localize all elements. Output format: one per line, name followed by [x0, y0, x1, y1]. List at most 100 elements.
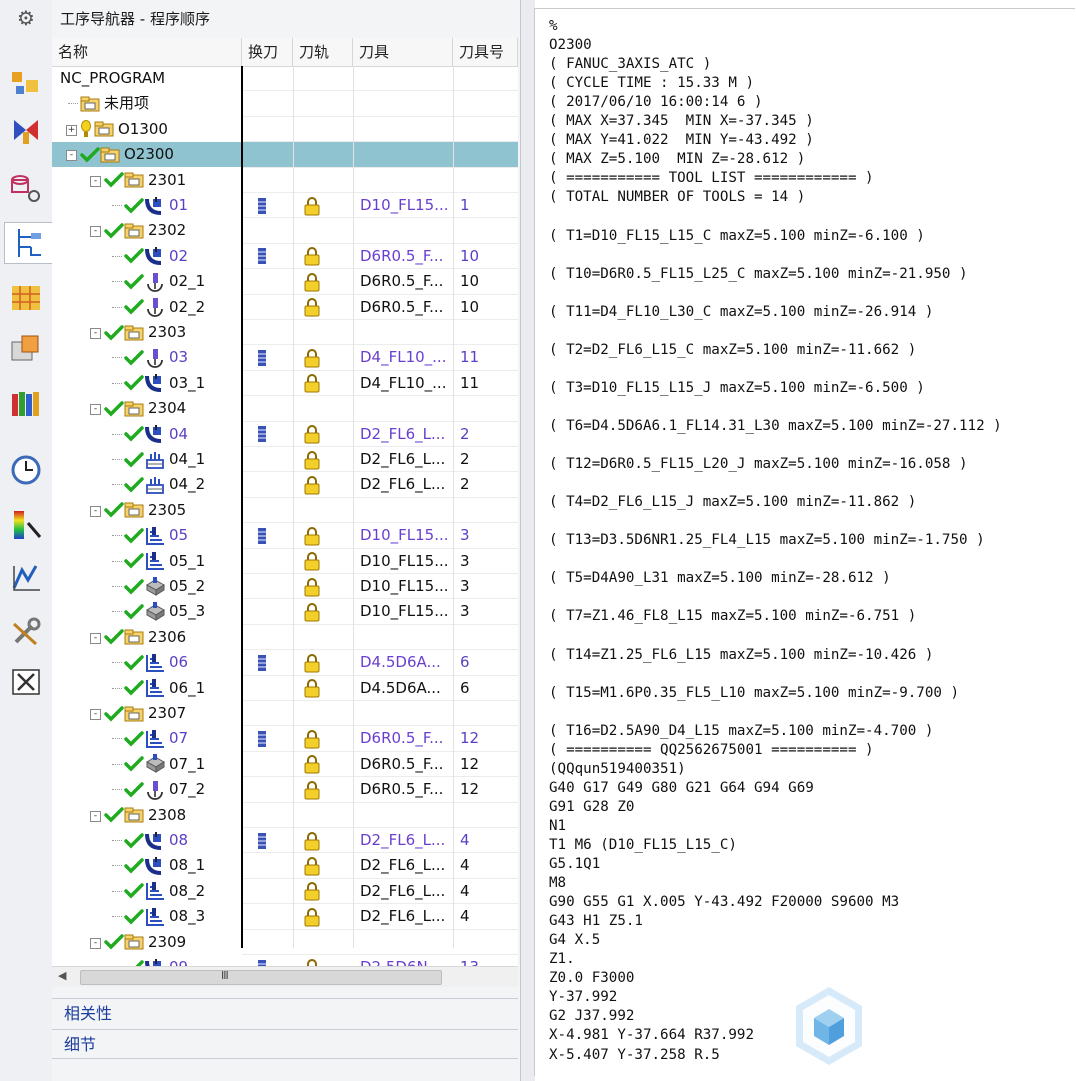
row-name: 02_2 [169, 297, 206, 316]
operation-row[interactable]: 05_3 D10_FL15... 3 [52, 599, 518, 624]
panel-splitter[interactable] [520, 0, 535, 1081]
operation-row[interactable]: 03 D4_FL10_... 11 [52, 345, 518, 370]
tool-number-cell: 10 [460, 297, 480, 316]
analysis-icon[interactable] [6, 558, 46, 598]
operation-row[interactable]: 05_1 D10_FL15... 3 [52, 549, 518, 574]
tool-name-cell: D4_FL10_... [360, 373, 447, 392]
collapse-icon[interactable]: - [66, 150, 77, 162]
status-check-icon [124, 726, 144, 751]
row-name: 2306 [148, 627, 187, 646]
program-group-row[interactable]: - 2304 [52, 396, 518, 421]
machine-tool-icon[interactable] [6, 62, 46, 102]
tools-icon[interactable] [6, 612, 46, 652]
scroll-left-arrow-icon[interactable]: ◀ [58, 969, 66, 982]
operation-row[interactable]: 07 D6R0.5_F... 12 [52, 726, 518, 751]
row-separator [242, 192, 518, 193]
code-line: ( T5=D4A90_L31 maxZ=5.100 minZ=-28.612 ) [549, 570, 891, 587]
code-line: ( T13=D3.5D6NR1.25_FL4_L15 maxZ=5.100 mi… [549, 532, 985, 549]
operation-row[interactable]: 07_1 D6R0.5_F... 12 [52, 752, 518, 777]
geometry-icon[interactable] [6, 112, 46, 152]
tool-number-cell: 13 [460, 955, 479, 966]
row-name: 06_1 [169, 678, 206, 697]
collapse-icon[interactable]: - [90, 810, 101, 822]
process-icon[interactable] [6, 662, 46, 702]
operation-row[interactable]: 06 D4.5D6A... 6 [52, 650, 518, 675]
program-group-row[interactable]: 未用项 [52, 91, 518, 116]
dependencies-panel[interactable]: 相关性 [52, 998, 518, 1028]
program-group-row[interactable]: - 2307 [52, 701, 518, 726]
program-group-row[interactable]: - 2303 [52, 320, 518, 345]
status-check-icon [104, 396, 124, 421]
operation-row[interactable]: 09 D2.5D6N... 13 [52, 955, 518, 966]
operation-row[interactable]: 06_1 D4.5D6A... 6 [52, 676, 518, 701]
collapse-icon[interactable]: - [90, 175, 101, 187]
collapse-icon[interactable]: - [90, 709, 101, 720]
scroll-thumb[interactable]: III [80, 969, 442, 985]
operation-row[interactable]: 04_1 D2_FL6_L... 2 [52, 447, 518, 472]
column-header[interactable]: 刀具 [353, 38, 453, 66]
details-panel[interactable]: 细节 [52, 1029, 518, 1059]
color-palette-icon[interactable] [6, 505, 46, 545]
operation-row[interactable]: 04 D2_FL6_L... 2 [52, 422, 518, 447]
collapse-icon[interactable]: - [90, 632, 101, 644]
collapse-icon[interactable]: - [90, 226, 101, 238]
collapse-icon[interactable]: - [90, 328, 101, 339]
program-group-row[interactable]: - 2305 [52, 498, 518, 523]
tool-name-cell: D6R0.5_F... [360, 246, 444, 265]
column-header[interactable]: 名称 [52, 38, 242, 66]
part-navigator-icon[interactable] [6, 278, 46, 318]
operation-row[interactable]: 02_1 D6R0.5_F... 10 [52, 269, 518, 294]
column-header[interactable]: 刀具号 [453, 38, 518, 66]
program-group-row[interactable]: - O2300 [52, 142, 518, 168]
assembly-icon[interactable] [6, 330, 46, 370]
collapse-icon[interactable]: - [90, 505, 101, 517]
operation-row[interactable]: 05 D10_FL15... 3 [52, 523, 518, 548]
code-line: ( T12=D6R0.5_FL15_L20_J maxZ=5.100 minZ=… [549, 456, 968, 473]
program-group-row[interactable]: + O1300 [52, 117, 518, 142]
contour-operation-icon [144, 244, 166, 269]
operation-row[interactable]: 03_1 D4_FL10_... 11 [52, 371, 518, 396]
operation-row[interactable]: 01 D10_FL15... 1 [52, 193, 518, 218]
nc-code-window[interactable]: % O2300 ( FANUC_3AXIS_ATC ) ( CYCLE TIME : … [534, 8, 1075, 1076]
program-group-row[interactable]: - 2301 [52, 168, 518, 193]
code-line: N1 [549, 817, 567, 834]
column-header[interactable]: 刀轨 [293, 38, 353, 66]
tool-change-icon [256, 193, 268, 218]
operation-row[interactable]: 04_2 D2_FL6_L... 2 [52, 472, 518, 497]
program-group-row[interactable]: - 2302 [52, 218, 518, 243]
history-clock-icon[interactable] [6, 450, 46, 490]
program-group-row[interactable]: - 2306 [52, 625, 518, 650]
program-root-row[interactable]: NC_PROGRAM [52, 66, 518, 91]
navigator-icon[interactable] [4, 222, 53, 264]
row-separator [242, 420, 518, 422]
operation-row[interactable]: 08_1 D2_FL6_L... 4 [52, 853, 518, 878]
program-group-row[interactable]: - 2309 [52, 930, 518, 955]
program-group-row[interactable]: - 2308 [52, 803, 518, 828]
operation-row[interactable]: 08_3 D2_FL6_L... 4 [52, 904, 518, 929]
horizontal-scrollbar[interactable]: ◀ III [52, 966, 518, 987]
toolpath-lock-icon [303, 549, 321, 574]
collapse-icon[interactable]: - [90, 404, 101, 416]
tree-connector [112, 535, 122, 537]
operation-row[interactable]: 02 D6R0.5_F... 10 [52, 244, 518, 269]
method-icon[interactable] [6, 168, 46, 208]
library-icon[interactable] [6, 384, 46, 424]
row-separator [242, 90, 518, 92]
row-separator [242, 547, 518, 549]
tool-number-cell: 2 [460, 475, 470, 494]
expand-icon[interactable]: + [66, 124, 77, 136]
operation-row[interactable]: 07_2 D6R0.5_F... 12 [52, 777, 518, 802]
code-line: Z1. [549, 951, 575, 968]
column-header[interactable]: 换刀 [242, 38, 293, 66]
operation-row[interactable]: 08_2 D2_FL6_L... 4 [52, 879, 518, 904]
tool-name-cell: D2.5D6N... [360, 955, 452, 966]
row-separator [242, 344, 518, 346]
settings-gear-icon[interactable]: ⚙ [6, 0, 46, 38]
operation-row[interactable]: 05_2 D10_FL15... 3 [52, 574, 518, 599]
operation-row[interactable]: 02_2 D6R0.5_F... 10 [52, 295, 518, 320]
operation-row[interactable]: 08 D2_FL6_L... 4 [52, 828, 518, 853]
collapse-icon[interactable]: - [90, 937, 101, 949]
